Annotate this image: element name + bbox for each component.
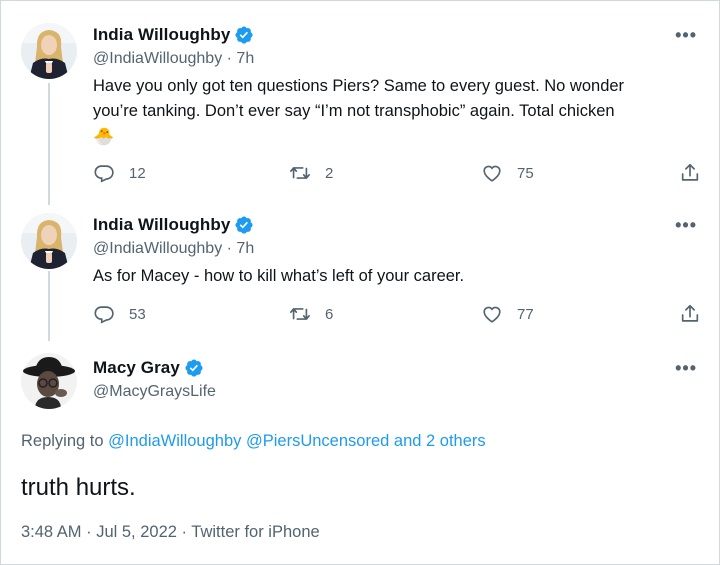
retweet-button[interactable]: 6 — [289, 303, 333, 325]
avatar[interactable] — [21, 213, 77, 269]
reply-count: 12 — [129, 164, 146, 182]
tweet-meta[interactable]: 3:48 AM · Jul 5, 2022 · Twitter for iPho… — [21, 523, 320, 542]
author-name[interactable]: Macy Gray — [93, 358, 180, 378]
tweet-timestamp[interactable]: · 7h — [227, 50, 255, 67]
reply-button[interactable]: 53 — [93, 303, 146, 325]
author-row: Macy Gray — [93, 358, 204, 378]
more-options-button[interactable]: ••• — [675, 358, 697, 379]
avatar-india-willoughby-image — [21, 23, 77, 79]
verified-badge-icon — [235, 26, 253, 44]
verified-badge-icon — [235, 216, 253, 234]
thread-connector — [48, 271, 50, 341]
like-count: 77 — [517, 305, 534, 323]
author-handle-row: @MacyGraysLife — [93, 383, 216, 401]
mention-link[interactable]: @IndiaWilloughby — [108, 432, 241, 450]
main-tweet-text: truth hurts. — [21, 474, 136, 501]
reply-button[interactable]: 12 — [93, 162, 146, 184]
like-button[interactable]: 77 — [481, 303, 534, 325]
avatar-macy-gray-image — [21, 353, 77, 409]
tweet-text-line: you’re tanking. Don’t ever say “I’m not … — [93, 102, 615, 120]
others-link[interactable]: and 2 others — [394, 432, 486, 450]
share-icon — [681, 163, 699, 181]
retweet-count: 6 — [325, 305, 334, 323]
avatar-india-willoughby-image — [21, 213, 77, 269]
author-name[interactable]: India Willoughby — [93, 215, 230, 235]
reply-count: 53 — [129, 305, 146, 323]
like-count: 75 — [517, 164, 534, 182]
tweet-text-line: As for Macey - how to kill what’s left o… — [93, 267, 465, 285]
tweet-timestamp[interactable]: · 7h — [227, 240, 255, 257]
tweet-text-line: Have you only got ten questions Piers? S… — [93, 77, 625, 95]
tweet-actions: 53 6 77 — [93, 303, 703, 327]
retweet-icon — [290, 167, 310, 179]
tweet-text: As for Macey - how to kill what’s left o… — [93, 264, 703, 289]
author-handle[interactable]: @IndiaWilloughby — [93, 240, 222, 257]
reply-icon — [94, 306, 114, 324]
heart-icon — [483, 165, 501, 182]
author-name[interactable]: India Willoughby — [93, 25, 230, 45]
like-button[interactable]: 75 — [481, 162, 534, 184]
mention-link[interactable]: @PiersUncensored — [246, 432, 389, 450]
author-handle-row: @IndiaWilloughby · 7h — [93, 50, 254, 68]
retweet-icon — [290, 308, 310, 320]
avatar[interactable] — [21, 353, 77, 409]
replying-to-label: Replying to — [21, 432, 104, 450]
reply-icon — [94, 165, 114, 183]
author-handle[interactable]: @IndiaWilloughby — [93, 50, 222, 67]
retweet-count: 2 — [325, 164, 334, 182]
author-handle-row: @IndiaWilloughby · 7h — [93, 240, 254, 258]
retweet-button[interactable]: 2 — [289, 162, 333, 184]
more-options-button[interactable]: ••• — [675, 215, 697, 236]
author-row: India Willoughby — [93, 215, 254, 235]
thread-connector — [48, 83, 50, 205]
heart-icon — [483, 306, 501, 323]
more-options-button[interactable]: ••• — [675, 25, 697, 46]
tweet-actions: 12 2 75 — [93, 162, 703, 186]
tweet-text: Have you only got ten questions Piers? S… — [93, 74, 703, 149]
share-button[interactable] — [679, 162, 701, 184]
chick-emoji: 🐣 — [93, 127, 115, 146]
verified-badge-icon — [185, 359, 203, 377]
replying-to-line: Replying to @IndiaWilloughby @PiersUncen… — [21, 432, 486, 451]
avatar[interactable] — [21, 23, 77, 79]
author-handle[interactable]: @MacyGraysLife — [93, 383, 216, 400]
share-button[interactable] — [679, 303, 701, 325]
author-row: India Willoughby — [93, 25, 254, 45]
share-icon — [681, 304, 699, 322]
tweet-thread-card: India Willoughby @IndiaWilloughby · 7h •… — [0, 0, 720, 565]
